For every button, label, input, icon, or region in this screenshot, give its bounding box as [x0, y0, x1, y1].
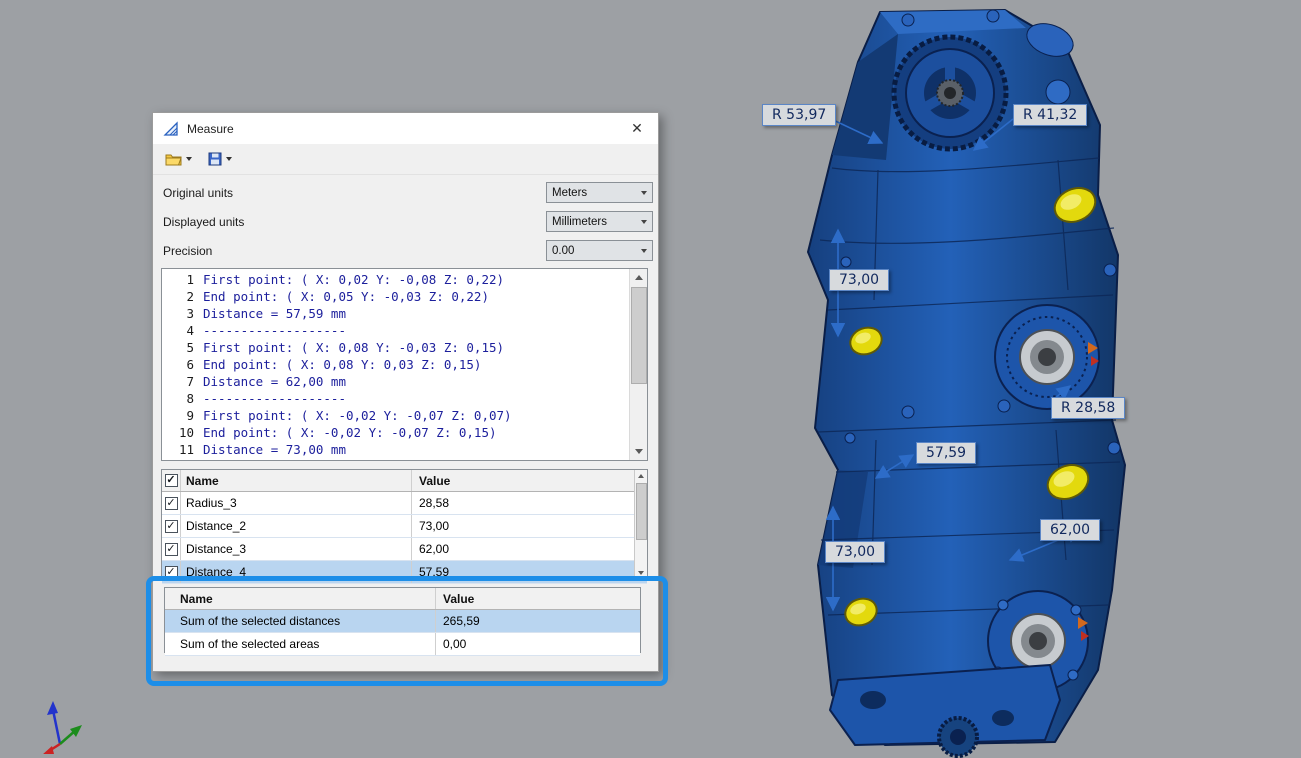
measurement-log[interactable]: 1First point: ( X: 0,02 Y: -0,08 Z: 0,22… [161, 268, 648, 461]
orientation-triad[interactable] [38, 698, 84, 754]
column-header-name[interactable]: Name [165, 588, 436, 609]
select-all-checkbox[interactable] [165, 474, 178, 487]
open-results-button[interactable] [162, 150, 195, 168]
measurements-table: Name Value Radius_3 28,58 Distance_2 73,… [161, 469, 648, 580]
column-header-value[interactable]: Value [436, 588, 640, 609]
scroll-up-arrow[interactable] [635, 470, 647, 482]
log-line: 4------------------- [162, 322, 647, 339]
log-line: 11Distance = 73,00 mm [162, 441, 647, 458]
table-row-distance-2[interactable]: Distance_2 73,00 [162, 515, 647, 538]
scroll-thumb[interactable] [636, 483, 647, 540]
table-row-distance-4[interactable]: Distance_4 57,59 [162, 561, 647, 584]
dialog-title: Measure [187, 122, 234, 136]
scroll-down-arrow[interactable] [635, 567, 647, 579]
precision-label: Precision [163, 244, 212, 258]
log-line: 1First point: ( X: 0,02 Y: -0,08 Z: 0,22… [162, 271, 647, 288]
log-line: 8------------------- [162, 390, 647, 407]
open-dropdown-caret[interactable] [186, 157, 192, 161]
summary-table: Name Value Sum of the selected distances… [164, 587, 641, 653]
row-checkbox[interactable] [165, 520, 178, 533]
row-checkbox[interactable] [165, 497, 178, 510]
table-scrollbar[interactable] [634, 470, 647, 579]
folder-open-icon [165, 152, 182, 166]
dim-label-radius-53-97[interactable]: R 53,97 [762, 104, 836, 126]
log-line: 3Distance = 57,59 mm [162, 305, 647, 322]
dim-label-distance-73-upper[interactable]: 73,00 [829, 269, 889, 291]
dim-label-distance-62-00[interactable]: 62,00 [1040, 519, 1100, 541]
precision-select[interactable]: 0.00 [546, 240, 653, 261]
summary-row-areas[interactable]: Sum of the selected areas 0,00 [165, 633, 640, 656]
save-results-button[interactable] [205, 150, 235, 168]
table-row-distance-3[interactable]: Distance_3 62,00 [162, 538, 647, 561]
log-line: 2End point: ( X: 0,05 Y: -0,03 Z: 0,22) [162, 288, 647, 305]
x-axis-arrow [60, 725, 82, 744]
original-units-value: Meters [552, 187, 587, 199]
original-units-label: Original units [163, 186, 233, 200]
log-line: 5First point: ( X: 0,08 Y: -0,03 Z: 0,15… [162, 339, 647, 356]
scroll-thumb[interactable] [631, 287, 647, 384]
table-row-radius-3[interactable]: Radius_3 28,58 [162, 492, 647, 515]
measure-dialog: Measure ✕ Original units [152, 112, 659, 672]
row-checkbox[interactable] [165, 566, 178, 579]
top-gear-flange [894, 37, 1006, 149]
displayed-units-label: Displayed units [163, 215, 244, 229]
dim-label-distance-57-59[interactable]: 57,59 [916, 442, 976, 464]
column-header-value[interactable]: Value [412, 470, 647, 491]
application-window: R 53,97 R 41,32 73,00 R 28,58 57,59 62,0… [0, 0, 1301, 758]
log-line: 9First point: ( X: -0,02 Y: -0,07 Z: 0,0… [162, 407, 647, 424]
dialog-titlebar[interactable]: Measure ✕ [153, 113, 658, 144]
summary-table-header: Name Value [165, 588, 640, 610]
log-line: 6End point: ( X: 0,08 Y: 0,03 Z: 0,15) [162, 356, 647, 373]
close-button[interactable]: ✕ [626, 118, 648, 140]
original-units-select[interactable]: Meters [546, 182, 653, 203]
dim-label-distance-73-lower[interactable]: 73,00 [825, 541, 885, 563]
bearing-bore-upper [995, 305, 1099, 409]
dim-label-radius-41-32[interactable]: R 41,32 [1013, 104, 1087, 126]
column-header-name[interactable]: Name [181, 470, 412, 491]
log-line: 7Distance = 62,00 mm [162, 373, 647, 390]
precision-value: 0.00 [552, 245, 574, 257]
chevron-down-icon [641, 249, 647, 253]
summary-row-distances[interactable]: Sum of the selected distances 265,59 [165, 610, 640, 633]
displayed-units-select[interactable]: Millimeters [546, 211, 653, 232]
measurements-table-header: Name Value [162, 470, 647, 492]
save-icon [208, 152, 222, 166]
log-line: 10End point: ( X: -0,02 Y: -0,07 Z: 0,15… [162, 424, 647, 441]
dialog-toolbar [153, 144, 658, 175]
scroll-up-arrow[interactable] [630, 269, 647, 286]
chevron-down-icon [641, 191, 647, 195]
measure-icon [163, 121, 179, 137]
displayed-units-value: Millimeters [552, 216, 607, 228]
scroll-down-arrow[interactable] [630, 443, 647, 460]
save-dropdown-caret[interactable] [226, 157, 232, 161]
row-checkbox[interactable] [165, 543, 178, 556]
dim-label-radius-28-58[interactable]: R 28,58 [1051, 397, 1125, 419]
log-scrollbar[interactable] [629, 269, 647, 460]
chevron-down-icon [641, 220, 647, 224]
y-axis-arrow [42, 744, 60, 754]
z-axis-arrow [47, 701, 60, 744]
